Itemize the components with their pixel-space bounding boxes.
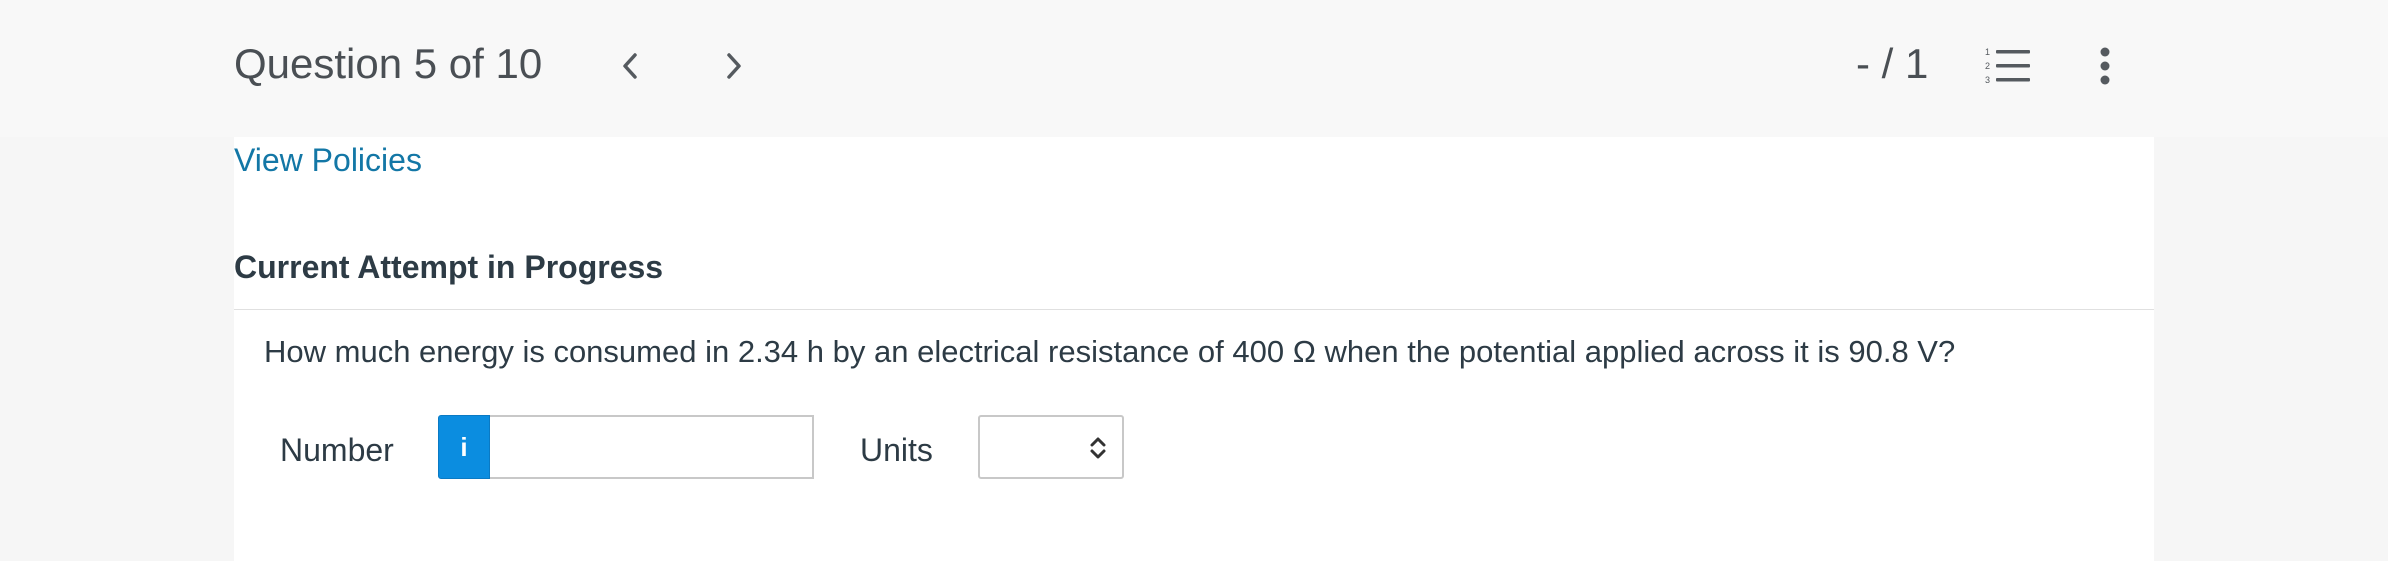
question-panel: View Policies Current Attempt in Progres… [234, 137, 2154, 561]
units-select[interactable] [978, 415, 1124, 479]
view-policies-link[interactable]: View Policies [234, 137, 422, 183]
svg-text:1: 1 [1985, 47, 1990, 57]
info-icon: i [460, 431, 468, 462]
more-options-button[interactable] [2092, 44, 2118, 88]
question-header: Question 5 of 10 - / 1 1 2 3 [0, 0, 2388, 137]
more-vertical-icon [2100, 47, 2110, 85]
units-label: Units [860, 432, 933, 468]
info-button[interactable]: i [438, 415, 490, 479]
number-input[interactable] [490, 415, 814, 479]
svg-text:2: 2 [1985, 61, 1990, 71]
next-question-button[interactable] [714, 44, 754, 88]
chevron-right-icon [727, 53, 741, 79]
numbered-list-icon: 1 2 3 [1985, 47, 2030, 85]
chevron-left-icon [623, 53, 637, 79]
chevron-up-down-icon [1090, 437, 1106, 459]
previous-question-button[interactable] [610, 44, 650, 88]
svg-text:3: 3 [1985, 75, 1990, 85]
question-text: How much energy is consumed in 2.34 h by… [264, 334, 1956, 369]
number-label: Number [280, 432, 394, 468]
divider [234, 309, 2154, 310]
score-display: - / 1 [1856, 40, 1929, 87]
question-list-button[interactable]: 1 2 3 [1984, 46, 2032, 86]
attempt-heading: Current Attempt in Progress [234, 249, 664, 285]
question-counter: Question 5 of 10 [234, 40, 543, 87]
